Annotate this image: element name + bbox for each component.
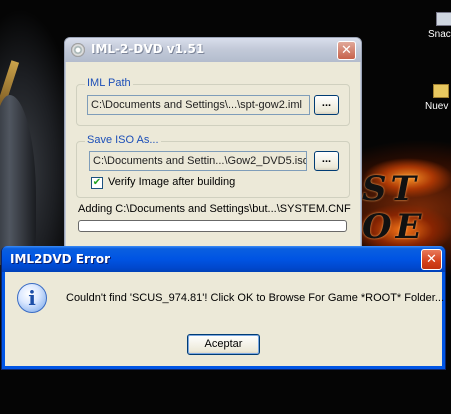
iml-path-field[interactable]: C:\Documents and Settings\...\spt-gow2.i… xyxy=(87,95,310,115)
desktop-icon-label: Snac xyxy=(428,29,451,40)
window-title: IML-2-DVD v1.51 xyxy=(91,42,205,56)
info-icon: i xyxy=(17,283,47,313)
desktop-icon-label: Nuev xyxy=(425,101,449,112)
close-icon: ✕ xyxy=(426,252,437,267)
title-bar[interactable]: IML-2-DVD v1.51 ✕ xyxy=(65,38,361,62)
wallpaper-warrior-art xyxy=(0,95,36,265)
save-iso-group: Save ISO As... C:\Documents and Settin..… xyxy=(76,134,350,198)
iso-path-field[interactable]: C:\Documents and Settin...\Gow2_DVD5.iso xyxy=(89,151,307,171)
desktop-shortcut-snac[interactable]: Snac xyxy=(428,12,451,40)
error-dialog-title: IML2DVD Error xyxy=(10,252,110,266)
error-message: Couldn't find 'SCUS_974.81'! Click OK to… xyxy=(66,292,445,304)
iml-path-group: IML Path C:\Documents and Settings\...\s… xyxy=(76,77,350,126)
iml2dvd-window: IML-2-DVD v1.51 ✕ IML Path C:\Documents … xyxy=(64,37,362,254)
save-iso-legend: Save ISO As... xyxy=(85,134,161,146)
wallpaper-logo-text: ST OE xyxy=(362,169,426,247)
close-button[interactable]: ✕ xyxy=(337,41,356,60)
status-text: Adding C:\Documents and Settings\but...\… xyxy=(78,203,351,215)
browse-iso-button[interactable]: ... xyxy=(314,151,339,171)
disc-icon xyxy=(71,43,85,57)
build-progress-bar xyxy=(78,220,347,232)
shortcut-icon xyxy=(436,12,451,26)
iml-path-legend: IML Path xyxy=(85,77,133,89)
ok-button[interactable]: Aceptar xyxy=(187,334,260,355)
verify-label: Verify Image after building xyxy=(108,176,236,188)
close-icon: ✕ xyxy=(341,43,352,58)
error-title-bar[interactable]: IML2DVD Error ✕ xyxy=(2,246,445,272)
verify-checkbox[interactable]: ✔ xyxy=(91,177,103,189)
desktop-shortcut-nuev[interactable]: Nuev xyxy=(425,84,449,112)
folder-icon xyxy=(433,84,449,98)
checkmark-icon: ✔ xyxy=(92,177,102,188)
error-close-button[interactable]: ✕ xyxy=(421,249,442,270)
browse-iml-button[interactable]: ... xyxy=(314,95,339,115)
